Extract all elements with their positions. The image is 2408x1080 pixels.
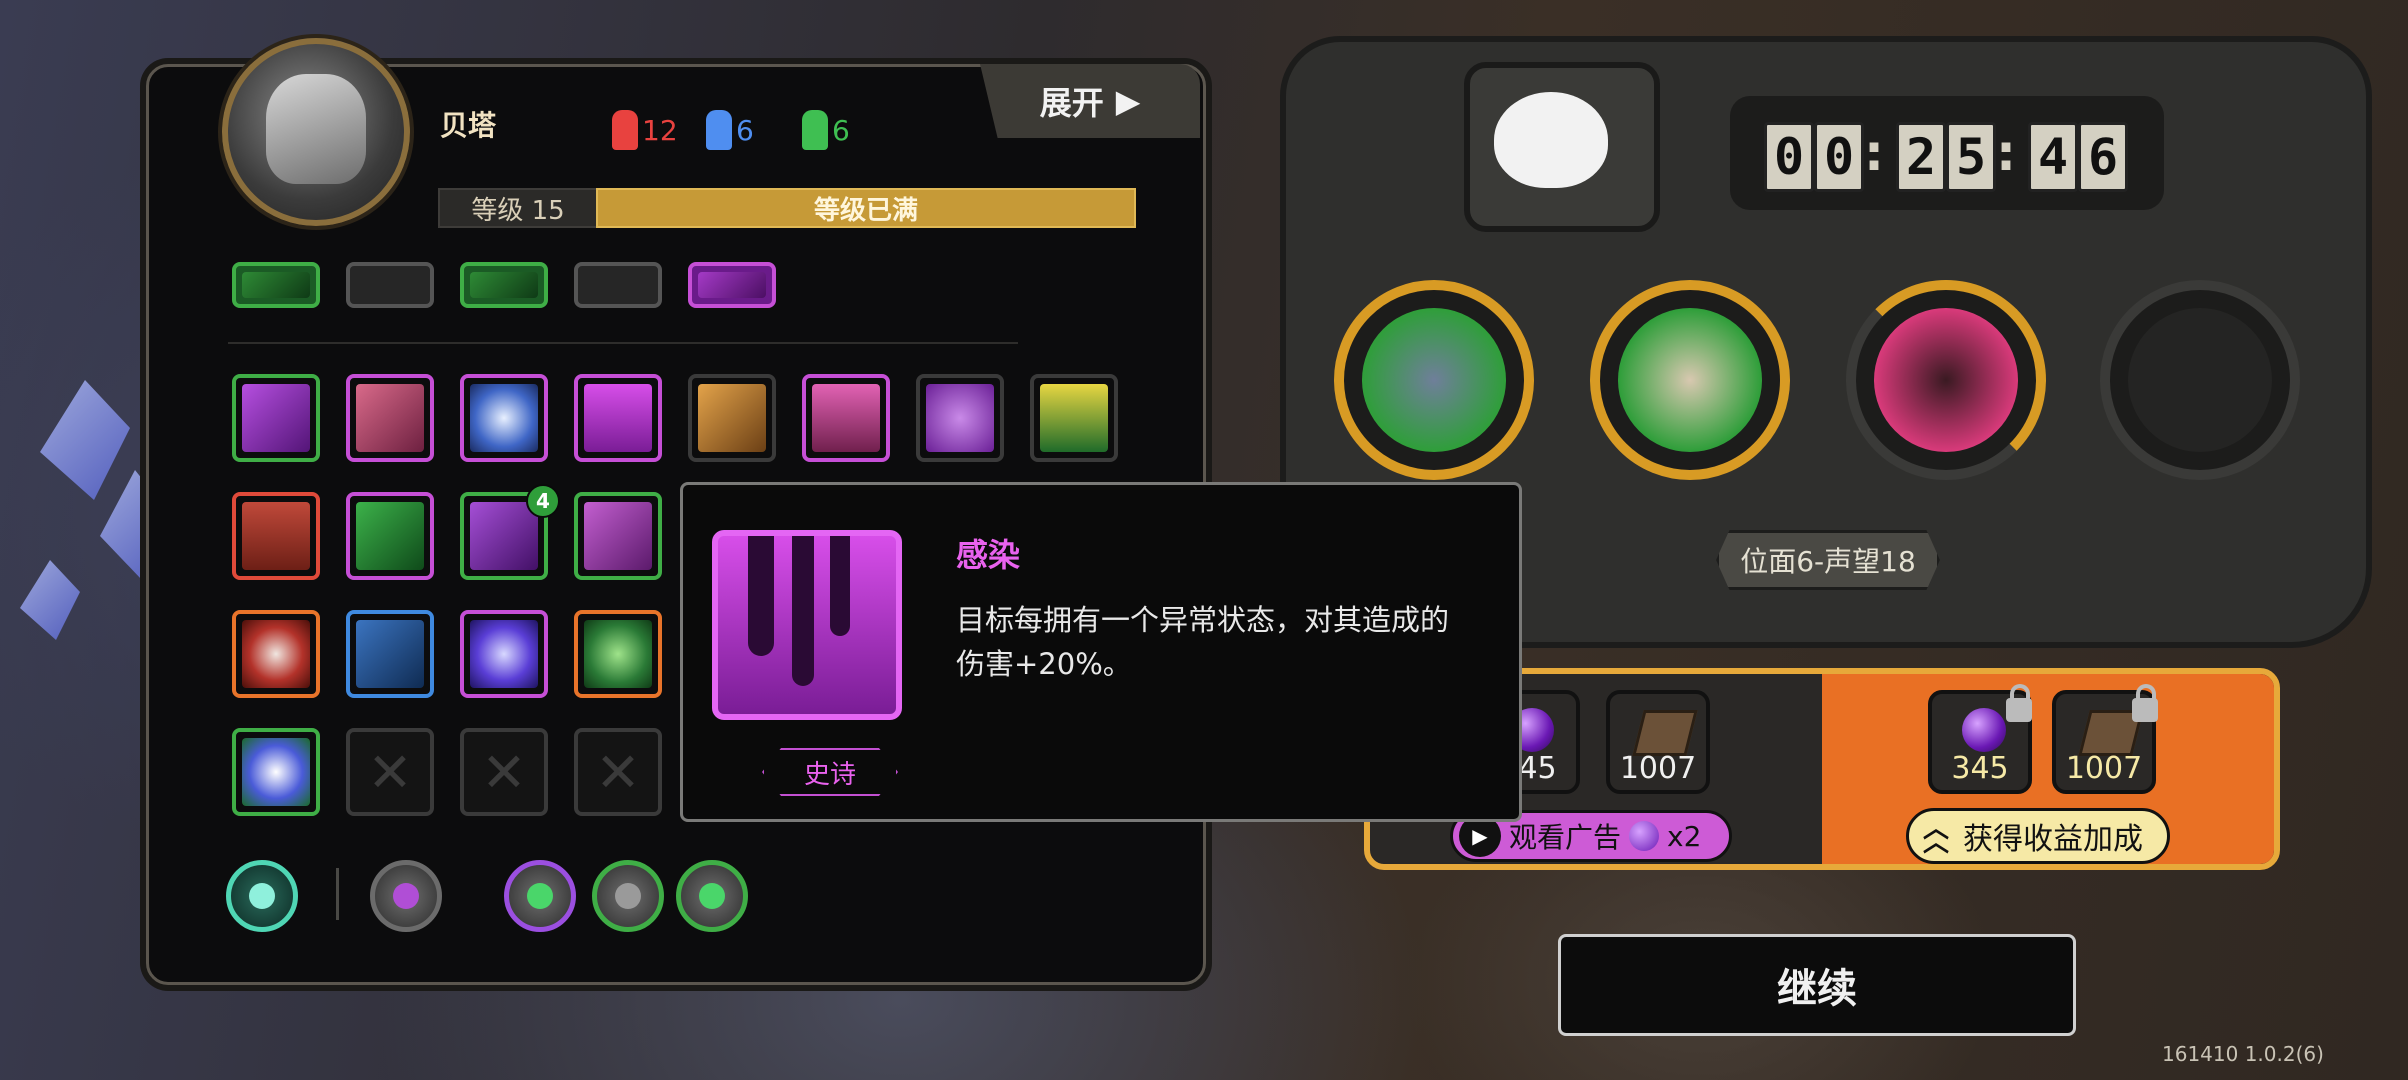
reward-value: 1007 (2065, 751, 2143, 786)
skill-slot[interactable] (916, 374, 1004, 462)
resource-green-value: 6 (832, 113, 850, 147)
relic-slot[interactable] (370, 860, 442, 932)
relic-slot[interactable] (676, 860, 748, 932)
timer-colon: : (1996, 124, 2016, 182)
skill-slot[interactable] (232, 492, 320, 580)
blue-mask-icon (706, 110, 732, 150)
timer-digit: 0 (1764, 122, 1814, 192)
resource-red: 12 (612, 110, 678, 150)
character-portrait[interactable] (222, 38, 410, 226)
skill-slot[interactable] (346, 374, 434, 462)
timer-digit: 6 (2078, 122, 2128, 192)
play-triangle-icon: ▶ (1115, 82, 1141, 120)
ad-multiplier: x2 (1667, 819, 1702, 853)
locked-boss-ring (2100, 280, 2300, 480)
empty-skill-slot[interactable]: ✕ (460, 728, 548, 816)
skill-slot[interactable] (574, 492, 662, 580)
purple-gem-icon (1629, 821, 1660, 851)
section-divider (228, 342, 1018, 344)
relic-slot[interactable] (592, 860, 664, 932)
infection-skill-icon (712, 530, 902, 720)
skill-slot[interactable] (460, 610, 548, 698)
resource-green: 6 (802, 110, 850, 150)
timer-digit: 2 (1896, 122, 1946, 192)
skill-slot[interactable] (232, 610, 320, 698)
get-boost-button[interactable]: ︿ ︿ 获得收益加成 (1906, 808, 2170, 864)
skill-slot[interactable] (688, 262, 776, 308)
reward-value: 1007 (1619, 751, 1697, 786)
relic-divider (336, 868, 339, 920)
empty-skill-slot[interactable]: ✕ (574, 728, 662, 816)
relic-slot[interactable] (226, 860, 298, 932)
resource-red-value: 12 (642, 113, 678, 147)
green-mask-icon (802, 110, 828, 150)
boss-portrait-ring[interactable] (1334, 280, 1534, 480)
boss-portrait-ring[interactable] (1846, 280, 2046, 480)
empty-slot-icon: ✕ (367, 740, 413, 804)
skill-slot[interactable] (232, 262, 320, 308)
boost-label: 获得收益加成 (1963, 822, 2144, 857)
empty-slot-icon: ✕ (595, 740, 641, 804)
timer-digit: 4 (2028, 122, 2078, 192)
skill-slot[interactable] (574, 610, 662, 698)
level-progress-bar: 等级已满 (596, 188, 1136, 228)
rarity-badge: 史诗 (762, 748, 898, 796)
skill-slot[interactable] (232, 728, 320, 816)
level-label: 等级 15 (438, 188, 598, 228)
lock-icon (2132, 684, 2158, 722)
empty-slot-icon: ✕ (481, 740, 527, 804)
reward-item-book: 1007 (1606, 690, 1710, 794)
skill-slot[interactable] (1030, 374, 1118, 462)
continue-button[interactable]: 继续 (1558, 934, 2076, 1036)
red-mask-icon (612, 110, 638, 150)
tooltip-title: 感染 (956, 536, 1021, 574)
book-icon (1632, 710, 1698, 756)
expand-button[interactable]: 展开 ▶ (980, 64, 1200, 138)
skill-slot[interactable] (460, 262, 548, 308)
skill-slot[interactable] (460, 374, 548, 462)
skill-slot[interactable] (346, 492, 434, 580)
skill-slot[interactable] (688, 374, 776, 462)
timer-digit: 5 (1946, 122, 1996, 192)
skill-slot[interactable] (346, 262, 434, 308)
timer-digit: 0 (1814, 122, 1864, 192)
character-name: 贝塔 (440, 109, 497, 142)
watch-ad-label: 观看广告 (1509, 821, 1622, 854)
timer-colon: : (1864, 124, 1884, 182)
resource-blue: 6 (706, 110, 754, 150)
boss-portrait-ring[interactable] (1590, 280, 1790, 480)
skill-slot[interactable] (574, 374, 662, 462)
skill-slot[interactable] (232, 374, 320, 462)
reward-value: 345 (1951, 751, 2009, 786)
resource-blue-value: 6 (736, 113, 754, 147)
purple-gem-icon (1962, 708, 2006, 752)
plane-reputation-label: 位面6-声望18 (1716, 530, 1940, 590)
double-chevron-up-icon: ︿ ︿ (1923, 814, 1950, 858)
relic-slot[interactable] (504, 860, 576, 932)
version-label: 161410 1.0.2(6) (2162, 1042, 2324, 1066)
duck-emblem-icon (1494, 92, 1608, 188)
skill-slot[interactable] (802, 374, 890, 462)
tooltip-description: 目标每拥有一个异常状态，对其造成的伤害+20%。 (956, 603, 1450, 681)
empty-skill-slot[interactable]: ✕ (346, 728, 434, 816)
stack-count-badge: 4 (526, 484, 560, 518)
expand-label: 展开 (1039, 84, 1104, 122)
skill-slot[interactable] (574, 262, 662, 308)
skill-slot[interactable] (346, 610, 434, 698)
lock-icon (2006, 684, 2032, 722)
